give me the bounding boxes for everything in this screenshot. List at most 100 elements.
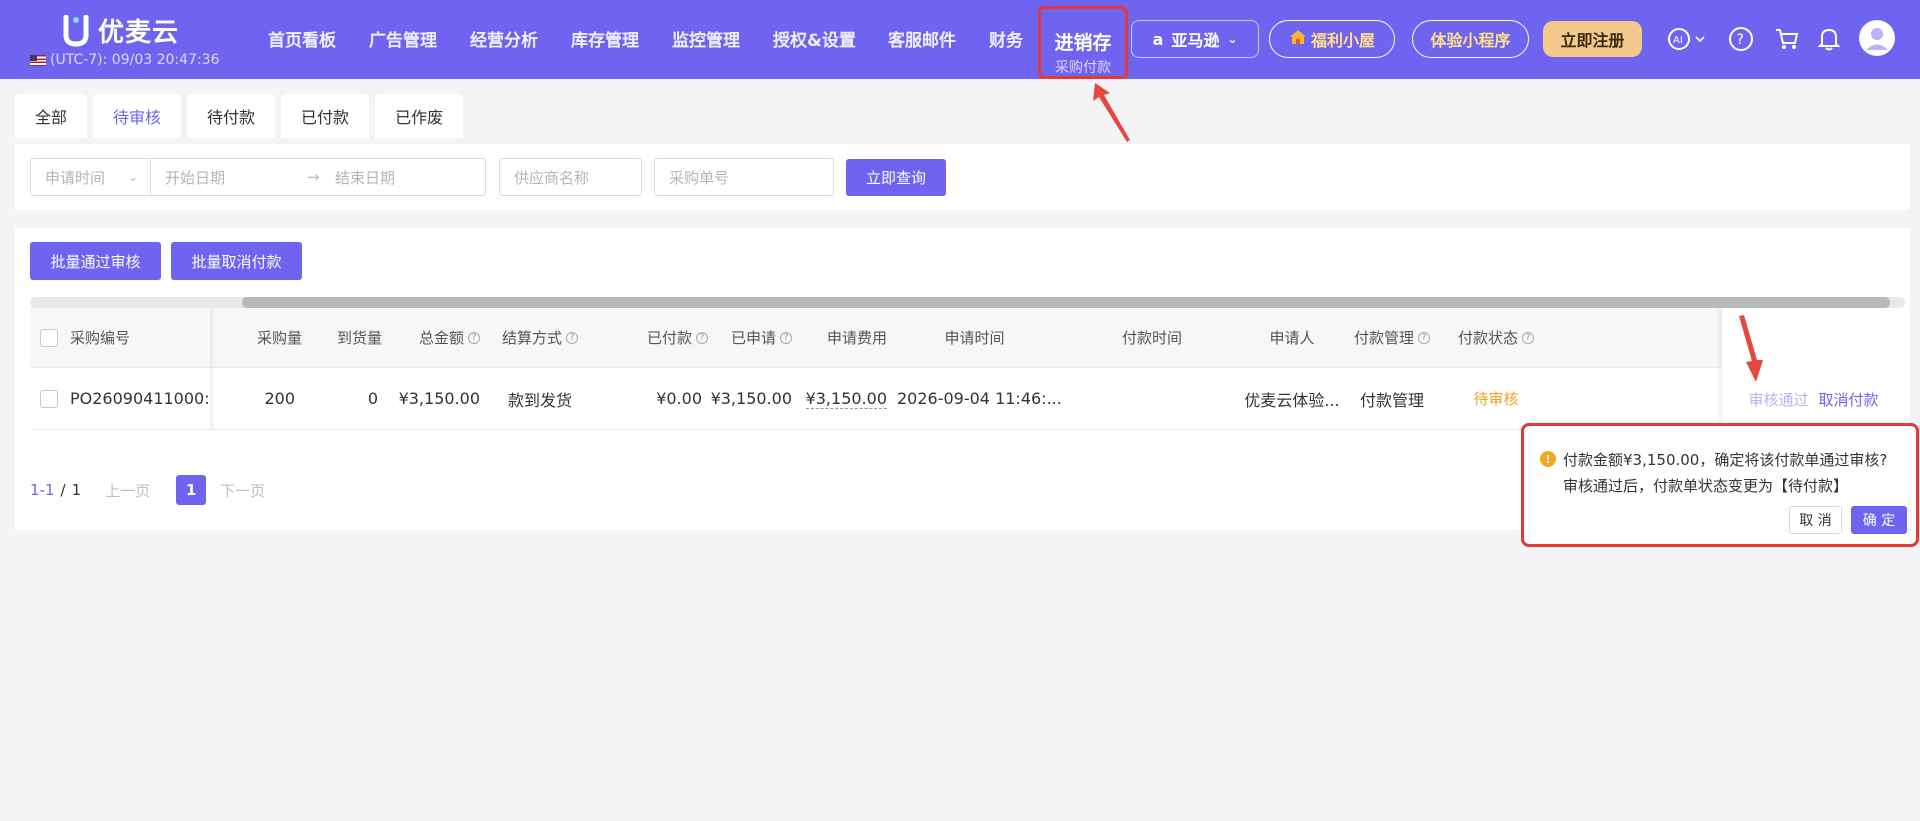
popconfirm-cancel-button[interactable]: 取 消 (1789, 506, 1842, 534)
approve-popconfirm: ! 付款金额¥3,150.00，确定将该付款单通过审核? 审核通过后，付款单状态… (1521, 423, 1919, 547)
po-number-input[interactable]: 采购单号 (654, 158, 834, 196)
logo-text: 优麦云 (98, 18, 180, 48)
nav-ads[interactable]: 广告管理 (369, 26, 437, 51)
nav-monitor[interactable]: 监控管理 (672, 26, 740, 51)
scrollbar-thumb[interactable] (242, 297, 1890, 308)
status-tabs: 全部 待审核 待付款 已付款 已作废 (15, 94, 469, 138)
ai-assistant-icon[interactable]: AI (1666, 24, 1710, 54)
paid-amount: ¥0.00 (656, 389, 702, 408)
nav-finance[interactable]: 财务 (989, 26, 1023, 51)
col-applied-label: 已申请 (730, 329, 776, 347)
apply-fee-value: ¥3,150.00 (805, 388, 887, 409)
help-icon[interactable]: ? (696, 331, 708, 344)
col-fee: 申请费用 (826, 329, 887, 347)
popconfirm-message: 付款金额¥3,150.00，确定将该付款单通过审核? (1563, 451, 1888, 469)
help-icon[interactable]: ? (468, 331, 480, 344)
help-icon[interactable]: ? (1418, 331, 1430, 344)
pagination: 1-1 / 1 上一页 1 下一页 (30, 475, 265, 505)
app-root: 优麦云 (UTC-7): 09/03 20:47:36 首页看板 广告管理 经营… (0, 0, 1920, 821)
cancel-payment-link[interactable]: 取消付款 (1819, 389, 1879, 410)
start-date-input[interactable]: 开始日期 (165, 167, 225, 188)
bell-icon[interactable] (1814, 24, 1844, 54)
timezone-display: (UTC-7): 09/03 20:47:36 (30, 52, 219, 68)
approve-link[interactable]: 审核通过 (1748, 389, 1808, 410)
chevron-down-icon: ⌄ (127, 170, 138, 184)
pay-management-link[interactable]: 付款管理 (1342, 368, 1442, 429)
tab-all[interactable]: 全部 (15, 94, 88, 138)
time-type-label: 申请时间 (45, 168, 106, 187)
col-settle-label: 结算方式 (501, 329, 562, 347)
help-icon[interactable]: ? (780, 331, 792, 344)
user-avatar[interactable] (1858, 19, 1896, 57)
arrow-right-icon: → (307, 168, 320, 186)
nav-purchase-sales-inventory[interactable]: 进销存 采购付款 (1038, 6, 1128, 79)
nav-dashboard[interactable]: 首页看板 (268, 26, 336, 51)
col-qty: 采购量 (256, 329, 302, 347)
select-all-checkbox[interactable] (40, 308, 70, 367)
end-date-input[interactable]: 结束日期 (335, 167, 395, 188)
nav-service-mail[interactable]: 客服邮件 (888, 26, 956, 51)
mini-program-button[interactable]: 体验小程序 (1412, 20, 1529, 58)
date-range-picker[interactable]: 开始日期 → 结束日期 (150, 158, 486, 196)
popconfirm-note: 审核通过后，付款单状态变更为【待付款】 (1563, 477, 1849, 495)
tab-pending-review[interactable]: 待审核 (93, 94, 182, 138)
batch-cancel-button[interactable]: 批量取消付款 (171, 242, 302, 280)
popconfirm-body: ! 付款金额¥3,150.00，确定将该付款单通过审核? 审核通过后，付款单状态… (1530, 432, 1910, 538)
marketplace-label: 亚马逊 (1171, 31, 1220, 50)
pay-status-badge: 待审核 (1473, 390, 1519, 408)
chevron-down-icon: ⌄ (1227, 32, 1238, 46)
col-paid-label: 已付款 (646, 329, 692, 347)
row-checkbox[interactable] (40, 368, 70, 429)
row-actions: 审核通过 取消付款 (1722, 368, 1905, 430)
welfare-button[interactable]: 福利小屋 (1269, 20, 1395, 58)
us-flag-icon (30, 54, 46, 66)
nav-analysis[interactable]: 经营分析 (470, 26, 538, 51)
pagination-sep: / (60, 481, 66, 499)
col-pay-mgmt-label: 付款管理 (1353, 329, 1414, 347)
help-icon[interactable]: ? (566, 331, 578, 344)
col-arrived: 到货量 (336, 329, 382, 347)
page-1-button[interactable]: 1 (176, 475, 207, 505)
prev-page-button[interactable]: 上一页 (105, 480, 150, 501)
next-page-button[interactable]: 下一页 (220, 480, 265, 501)
settle-method: 款到发货 (507, 390, 572, 410)
tab-voided[interactable]: 已作废 (375, 94, 464, 138)
col-total: 总金额? (382, 308, 480, 367)
svg-text:?: ? (1737, 32, 1744, 48)
col-pay-mgmt: 付款管理? (1342, 308, 1442, 367)
logo[interactable]: 优麦云 (62, 12, 179, 49)
col-apply-time: 申请时间 (944, 329, 1005, 347)
svg-text:AI: AI (1673, 35, 1683, 46)
cart-icon[interactable] (1772, 24, 1802, 54)
nav-active-label: 进销存 (1054, 32, 1112, 54)
col-total-label: 总金额 (418, 329, 464, 347)
batch-approve-button[interactable]: 批量通过审核 (30, 242, 161, 280)
top-navbar: 优麦云 (UTC-7): 09/03 20:47:36 首页看板 广告管理 经营… (0, 0, 1920, 79)
nav-auth-settings[interactable]: 授权&设置 (773, 26, 856, 51)
supplier-input[interactable]: 供应商名称 (499, 158, 642, 196)
arrow-to-nav (1093, 83, 1130, 142)
nav-active-sublabel: 采购付款 (1055, 60, 1111, 76)
col-pay-time: 付款时间 (1121, 329, 1182, 347)
fixed-column-shadow (1716, 308, 1722, 430)
pay-time (1062, 368, 1242, 429)
col-pay-status-label: 付款状态 (1457, 329, 1518, 347)
arrived-qty: 0 (367, 389, 378, 408)
applied-amount: ¥3,150.00 (710, 389, 792, 408)
qty: 200 (264, 389, 295, 408)
po-number[interactable]: PO26090411000: (70, 368, 220, 429)
time-type-select[interactable]: 申请时间 ⌄ (30, 158, 151, 196)
nav-inventory[interactable]: 库存管理 (571, 26, 639, 51)
table-row: PO26090411000: 200 0 ¥3,150.00 款到发货 ¥0.0… (30, 368, 1905, 430)
tab-paid[interactable]: 已付款 (281, 94, 370, 138)
apply-fee[interactable]: ¥3,150.00 (792, 368, 887, 429)
popconfirm-ok-button[interactable]: 确 定 (1851, 506, 1907, 534)
table-header: 采购编号 采购量 到货量 总金额? 结算方式? 已付款? 已申请? 申请费用 申… (30, 308, 1905, 368)
help-icon[interactable]: ? (1726, 24, 1756, 54)
help-icon[interactable]: ? (1522, 331, 1534, 344)
register-button[interactable]: 立即注册 (1543, 21, 1642, 57)
tab-pending-payment[interactable]: 待付款 (187, 94, 276, 138)
pagination-range: 1-1 (30, 481, 55, 499)
query-button[interactable]: 立即查询 (846, 159, 946, 196)
marketplace-select[interactable]: a 亚马逊 ⌄ (1131, 20, 1259, 58)
